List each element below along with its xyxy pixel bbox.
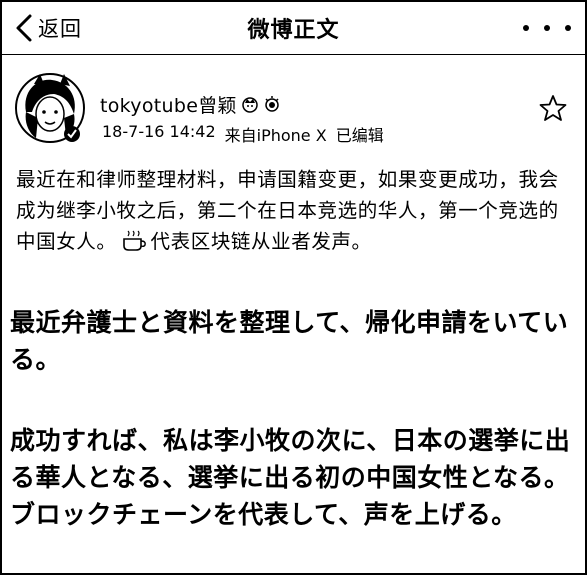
translation-block: 最近弁護士と資料を整理して、帰化申請をいている。 成功すれば、私は李小牧の次に、… (10, 304, 580, 533)
post-meta: 18-7-16 14:42 来自iPhone X 已编辑 (102, 122, 393, 146)
translation-paragraph-1: 最近弁護士と資料を整理して、帰化申請をいている。 (10, 308, 569, 374)
more-dots-icon (523, 25, 529, 31)
username-row: tokyotube曾颖 (100, 90, 281, 118)
page-title: 微博正文 (247, 18, 340, 43)
more-dots-icon (544, 25, 550, 31)
more-dots-icon (565, 25, 571, 31)
sun-badge-icon (265, 96, 279, 112)
star-icon[interactable] (539, 94, 567, 122)
post-body: 最近在和律师整理材料，申请国籍变更，如果变更成功，我会成为继李小牧之后，第二个在… (16, 164, 576, 257)
post-source: 来自iPhone X (224, 126, 327, 145)
weibo-post-screen: 返回 微博正文 tokyotube曾颖 18-7-16 14:42 来自iPho… (0, 0, 587, 575)
post-edited-label[interactable]: 已编辑 (336, 122, 384, 146)
translation-paragraph-2: 成功すれば、私は李小牧の次に、日本の選挙に出る華人となる、選挙に出る初の中国女性… (10, 426, 571, 529)
post-timestamp: 18-7-16 14:42 (102, 122, 216, 141)
more-options-button[interactable] (523, 16, 571, 40)
coffee-cup-emoji (122, 230, 146, 251)
nav-bar: 返回 微博正文 (2, 2, 585, 54)
nav-divider (2, 54, 585, 55)
crown-badge-icon (242, 97, 258, 113)
avatar[interactable] (14, 72, 86, 144)
post-body-text-end: 代表区块链从业者发声。 (150, 230, 372, 253)
username[interactable]: tokyotube曾颖 (100, 91, 237, 118)
